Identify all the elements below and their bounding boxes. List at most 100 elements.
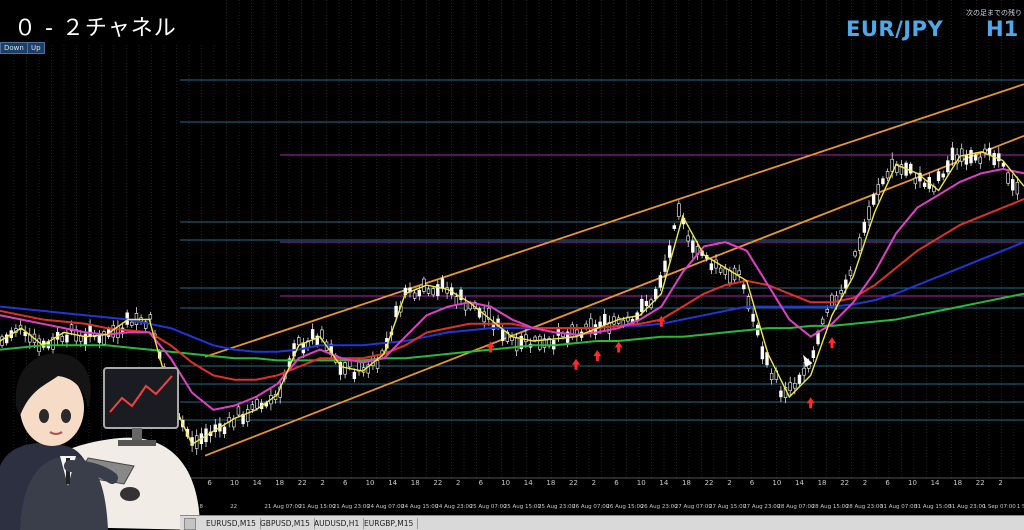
candle-body [987,147,992,156]
x-date-label: 28 Aug 15:00 [812,504,850,510]
candle-body [853,251,857,257]
x-date-label: 21 Aug 15:00 [299,504,337,510]
up-button[interactable]: Up [27,42,45,54]
candle-body [584,323,588,328]
x-hour-label: 22 [433,479,442,487]
candle-body [1015,181,1020,195]
candle-body [909,163,913,174]
timeframe-label: H1 [986,17,1019,41]
candle-body [946,160,950,173]
candle-body [538,335,542,350]
mouse-icon [120,487,140,501]
candle-body [65,334,69,343]
x-hour-label: 18 [275,479,284,487]
candle-body [709,263,714,271]
candle-body [412,292,417,299]
x-hour-label: 10 [366,479,375,487]
candle-body [348,360,352,368]
tab-scroll-left-button[interactable] [184,518,196,530]
x-date-label: 31 Aug 15:00 [914,504,952,510]
candle-body [83,333,88,346]
candle-body [881,178,885,185]
channel-line [204,83,1024,358]
x-date-label: 1 Sep 07:00 [983,504,1017,510]
candle-body [779,390,783,398]
tab-audusd-h1[interactable]: AUDUSD,H1 [310,518,365,529]
x-hour-label: 2 [320,479,324,487]
x-hour-label: 10 [230,479,239,487]
x-date-label: 22 [230,504,237,510]
candle-body [811,350,816,358]
x-hour-label: 2 [456,479,460,487]
candle-body [936,171,941,181]
candle-body [454,296,459,305]
candle-body [950,147,955,161]
candle-body [820,318,825,325]
x-hour-label: 6 [207,479,212,487]
candle-body [426,288,431,294]
x-hour-label: 22 [569,479,578,487]
eye-left [39,409,49,423]
candle-body [788,382,792,392]
candle-body [255,399,259,409]
candle-body [431,288,435,296]
x-date-label: 1 Sep 15:00 [1017,504,1024,510]
x-hour-label: 10 [772,479,781,487]
candle-body [862,221,867,233]
candle-body [246,409,250,422]
x-date-label: 21 Aug 23:00 [333,504,371,510]
candle-body [742,284,746,290]
page-title: ０ - ２チャネル [14,16,177,41]
candle-body [514,337,519,352]
candle-body [88,324,92,337]
candle-body [983,148,987,153]
x-date-label: 26 Aug 07:00 [572,504,610,510]
candle-body [793,383,797,389]
x-hour-label: 22 [298,479,307,487]
symbol-label: EUR/JPY [846,17,944,41]
monitor-base [118,440,156,446]
x-date-label: 24 Aug 15:00 [401,504,439,510]
candle-body [969,150,973,164]
tab-eurgbp-m15[interactable]: EURGBP,M15 [360,518,419,529]
candle-body [802,367,806,376]
x-date-label: 26 Aug 15:00 [606,504,644,510]
x-hour-label: 14 [253,479,262,487]
x-hour-label: 14 [931,479,940,487]
candle-body [440,278,445,289]
candle-body [922,182,927,187]
x-hour-label: 6 [479,479,484,487]
tab-gbpusd-m15[interactable]: GBPUSD,M15 [256,518,315,529]
candle-body [760,346,765,360]
candle-body [686,235,690,242]
down-button[interactable]: Down [0,42,28,54]
x-hour-label: 6 [885,479,890,487]
candle-body [718,267,723,273]
candle-body [871,194,876,205]
x-hour-label: 14 [795,479,804,487]
candle-body [501,329,505,342]
x-date-label: 27 Aug 23:00 [743,504,781,510]
candle-body [723,268,727,275]
candle-body [672,225,676,229]
candle-body [825,308,829,313]
candle-body [858,237,862,251]
x-date-label: 25 Aug 15:00 [504,504,542,510]
x-hour-label: 2 [998,479,1002,487]
x-hour-label: 22 [840,479,849,487]
candle-body [60,336,64,342]
x-date-label: 25 Aug 07:00 [470,504,508,510]
signal-arrow-up-icon [828,337,836,349]
tab-eurusd-m15[interactable]: EURUSD,M15 [202,518,261,529]
candle-body [913,177,918,185]
candle-body [236,406,241,416]
candle-body [524,334,528,343]
x-date-label: 31 Aug 07:00 [880,504,918,510]
candle-body [769,373,774,381]
candle-body [1011,179,1015,191]
x-hour-label: 18 [818,479,827,487]
candle-body [797,374,802,384]
candle-body [654,288,658,300]
x-date-label: 21 Aug 07:00 [264,504,302,510]
x-date-label: 28 Aug 23:00 [846,504,884,510]
